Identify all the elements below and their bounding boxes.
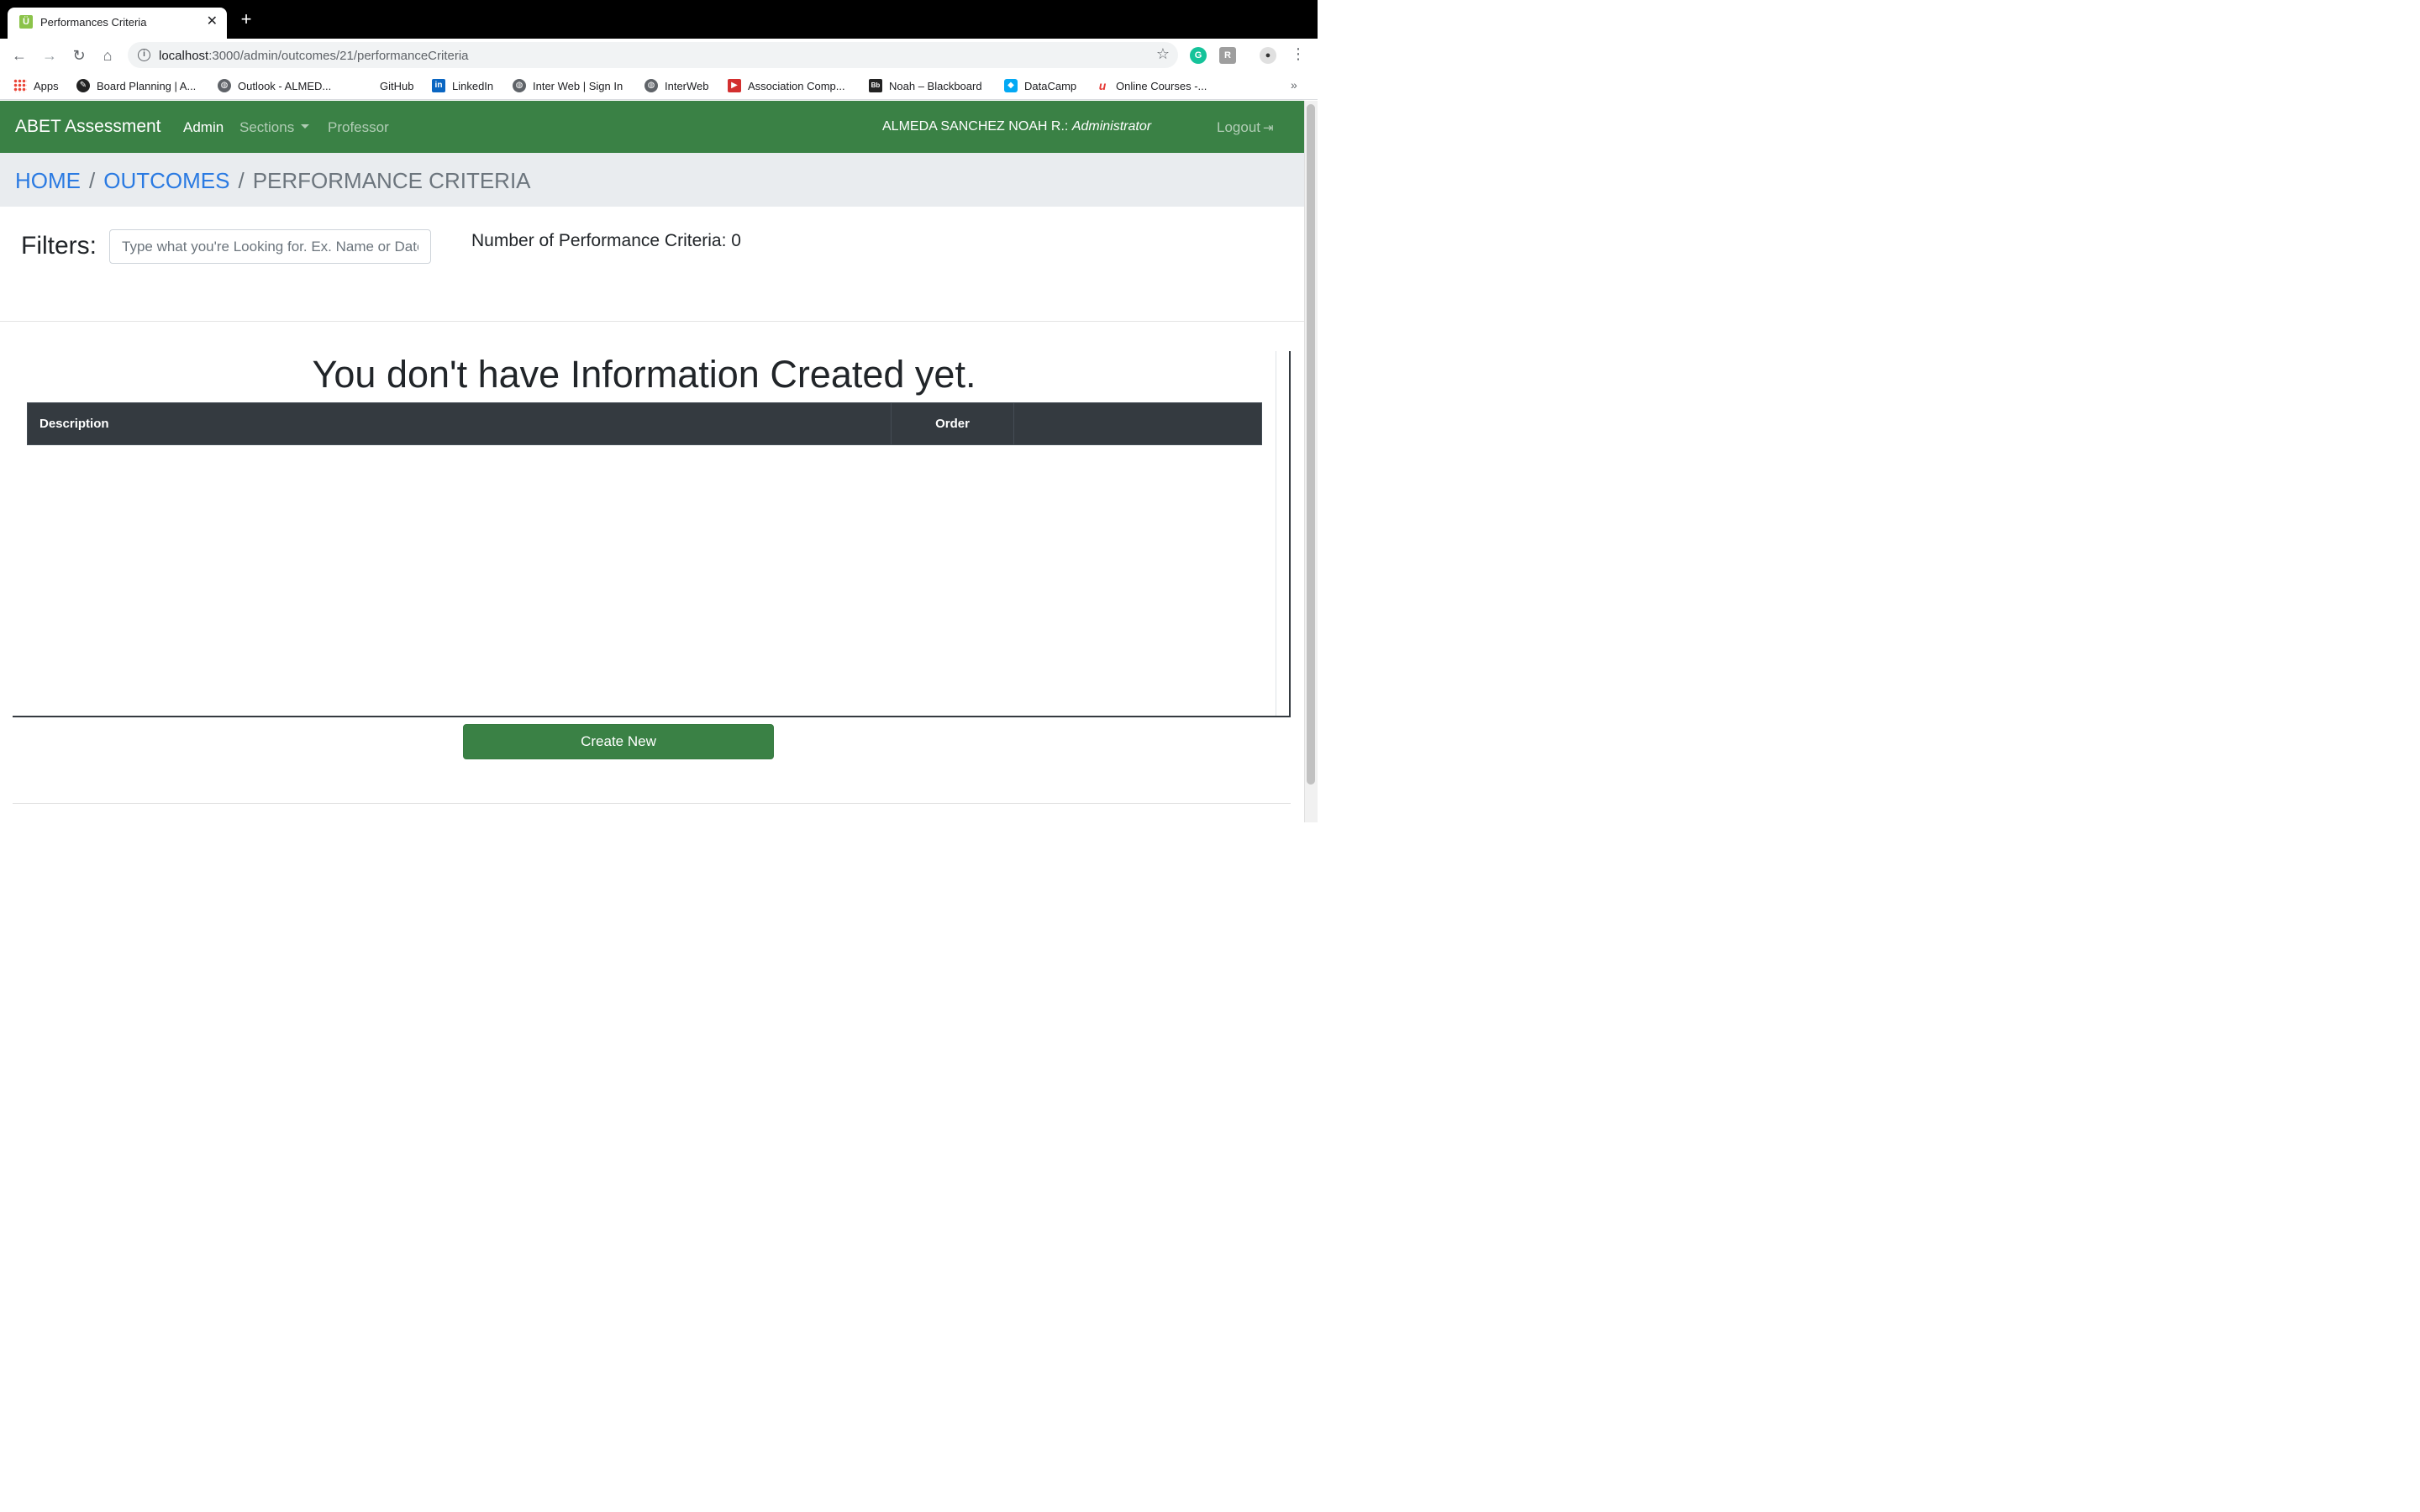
association-icon: ▶ bbox=[728, 79, 741, 92]
reload-icon[interactable]: ↻ bbox=[69, 45, 89, 66]
bookmark-star-icon[interactable]: ☆ bbox=[1156, 45, 1170, 63]
logout-link[interactable]: Logout ⇥ bbox=[1217, 119, 1274, 136]
browser-toolbar: ← → ↻ ⌂ i localhost:3000/admin/outcomes/… bbox=[0, 39, 1318, 72]
bookmark-label: Association Comp... bbox=[748, 79, 845, 92]
bookmark-online-courses[interactable]: u Online Courses -... bbox=[1096, 79, 1207, 92]
breadcrumb: HOME / OUTCOMES / PERFORMANCE CRITERIA bbox=[0, 153, 1304, 207]
apps-grid-icon bbox=[13, 79, 27, 92]
bookmark-label: InterWeb bbox=[665, 79, 709, 92]
empty-state-message: You don't have Information Created yet. bbox=[312, 353, 976, 396]
bookmark-label: LinkedIn bbox=[452, 79, 494, 92]
brand-logo[interactable]: ABET Assessment bbox=[15, 117, 161, 137]
bookmark-label: Inter Web | Sign In bbox=[533, 79, 623, 92]
globe-icon: ◍ bbox=[644, 79, 658, 92]
url-text[interactable]: localhost:3000/admin/outcomes/21/perform… bbox=[159, 49, 469, 63]
bookmark-linkedin[interactable]: in LinkedIn bbox=[432, 79, 493, 92]
bookmark-outlook[interactable]: ◍ Outlook - ALMED... bbox=[218, 79, 331, 92]
bookmark-github[interactable]: GitHub bbox=[360, 79, 413, 92]
bookmark-blackboard[interactable]: Bb Noah – Blackboard bbox=[869, 79, 982, 92]
divider bbox=[13, 803, 1291, 804]
browser-menu-icon[interactable]: ⋮ bbox=[1291, 45, 1306, 63]
close-tab-icon[interactable]: ✕ bbox=[207, 14, 218, 29]
bookmarks-overflow-icon[interactable]: » bbox=[1291, 78, 1297, 92]
caret-down-icon bbox=[301, 124, 310, 129]
table-header: Description Order bbox=[27, 402, 1262, 445]
breadcrumb-separator: / bbox=[238, 168, 245, 193]
bookmark-label: Apps bbox=[34, 79, 59, 92]
bookmark-label: Noah – Blackboard bbox=[889, 79, 982, 92]
new-tab-button[interactable]: + bbox=[239, 10, 254, 29]
bookmark-apps[interactable]: Apps bbox=[13, 79, 59, 92]
bookmarks-bar: Apps ✎ Board Planning | A... ◍ Outlook -… bbox=[0, 72, 1318, 100]
user-name: ALMEDA SANCHEZ NOAH R.: bbox=[882, 119, 1069, 134]
nav-sections-dropdown[interactable]: Sections bbox=[239, 119, 310, 136]
extension-r-icon[interactable]: R bbox=[1219, 47, 1236, 64]
bookmark-label: Outlook - ALMED... bbox=[238, 79, 332, 92]
linkedin-icon: in bbox=[432, 79, 445, 92]
bookmark-inter-web-sign-in[interactable]: ◍ Inter Web | Sign In bbox=[513, 79, 623, 92]
bookmark-label: GitHub bbox=[380, 79, 414, 92]
nav-admin[interactable]: Admin bbox=[183, 119, 224, 136]
forward-arrow-icon[interactable]: → bbox=[39, 45, 60, 66]
logout-label: Logout bbox=[1217, 119, 1260, 135]
site-favicon-icon: Ü bbox=[19, 15, 33, 29]
create-new-button[interactable]: Create New bbox=[463, 724, 774, 759]
filter-search-input[interactable] bbox=[109, 229, 431, 264]
sign-out-icon: ⇥ bbox=[1263, 121, 1274, 135]
breadcrumb-outcomes[interactable]: OUTCOMES bbox=[103, 168, 229, 193]
column-header-order[interactable]: Order bbox=[892, 403, 1014, 444]
bookmark-label: DataCamp bbox=[1024, 79, 1077, 92]
bookmark-label: Online Courses -... bbox=[1116, 79, 1207, 92]
globe-icon: ◍ bbox=[513, 79, 526, 92]
bookmark-label: Board Planning | A... bbox=[97, 79, 197, 92]
nav-professor[interactable]: Professor bbox=[328, 119, 389, 136]
bookmark-association[interactable]: ▶ Association Comp... bbox=[728, 79, 845, 92]
blackboard-icon: Bb bbox=[869, 79, 882, 92]
bookmark-board-planning[interactable]: ✎ Board Planning | A... bbox=[76, 79, 196, 92]
url-path: :3000/admin/outcomes/21/performanceCrite… bbox=[208, 49, 469, 63]
scrollbar-thumb[interactable] bbox=[1307, 104, 1315, 785]
url-host: localhost bbox=[159, 49, 209, 63]
divider bbox=[0, 321, 1304, 322]
grammarly-extension-icon[interactable]: G bbox=[1190, 47, 1207, 64]
breadcrumb-current: PERFORMANCE CRITERIA bbox=[252, 168, 531, 193]
profile-avatar-icon[interactable]: ● bbox=[1260, 47, 1276, 64]
home-icon[interactable]: ⌂ bbox=[97, 45, 118, 66]
nav-sections-label: Sections bbox=[239, 119, 295, 135]
filters-label: Filters: bbox=[21, 232, 97, 260]
user-info: ALMEDA SANCHEZ NOAH R.: Administrator bbox=[882, 119, 1151, 134]
column-header-description[interactable]: Description bbox=[28, 403, 892, 444]
user-role: Administrator bbox=[1071, 119, 1152, 134]
board-planning-icon: ✎ bbox=[76, 79, 90, 92]
criteria-count: Number of Performance Criteria: 0 bbox=[471, 231, 741, 250]
browser-tab[interactable]: Ü Performances Criteria ✕ bbox=[8, 8, 227, 39]
breadcrumb-separator: / bbox=[89, 168, 96, 193]
app-navbar: ABET Assessment Admin Sections Professor… bbox=[0, 101, 1304, 153]
breadcrumb-home[interactable]: HOME bbox=[15, 168, 81, 193]
back-arrow-icon[interactable]: ← bbox=[9, 45, 29, 66]
bookmark-datacamp[interactable]: ◆ DataCamp bbox=[1004, 79, 1076, 92]
column-header-actions bbox=[1014, 403, 1261, 444]
udemy-icon: u bbox=[1096, 79, 1109, 92]
browser-tab-strip: Ü Performances Criteria ✕ + bbox=[0, 0, 1318, 39]
globe-icon: ◍ bbox=[218, 79, 231, 92]
address-bar[interactable]: i localhost:3000/admin/outcomes/21/perfo… bbox=[128, 42, 1178, 68]
bookmark-interweb[interactable]: ◍ InterWeb bbox=[644, 79, 709, 92]
datacamp-icon: ◆ bbox=[1004, 79, 1018, 92]
tab-title: Performances Criteria bbox=[40, 16, 147, 29]
site-info-icon[interactable]: i bbox=[138, 49, 150, 61]
github-icon bbox=[360, 79, 373, 92]
